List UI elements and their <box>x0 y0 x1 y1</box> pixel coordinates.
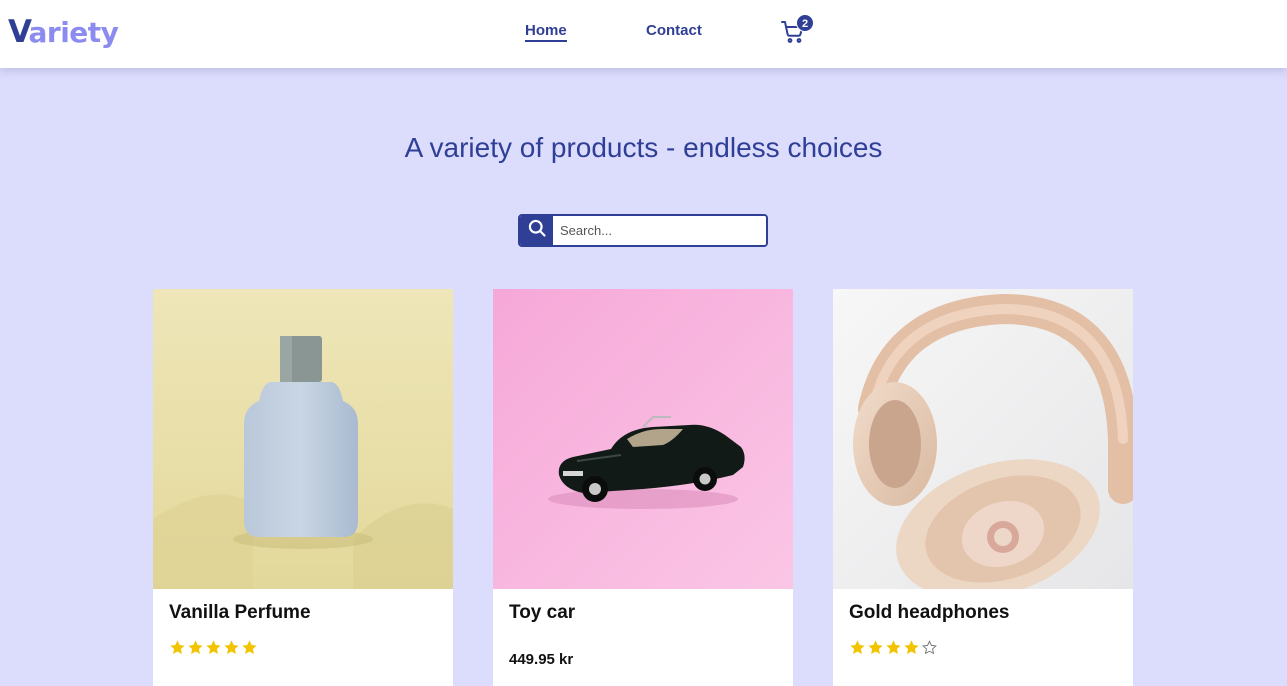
product-card[interactable]: Toy car 449.95 kr <box>493 289 793 686</box>
search-icon <box>527 218 547 243</box>
product-title[interactable]: Vanilla Perfume <box>169 602 311 624</box>
product-title[interactable]: Toy car <box>509 602 575 624</box>
logo-text: ariety <box>28 16 119 49</box>
product-price: 449.95 kr <box>509 651 574 668</box>
nav-contact-link[interactable]: Contact <box>646 22 702 39</box>
star-icon <box>904 640 919 654</box>
search-input[interactable] <box>553 216 766 245</box>
star-icon <box>188 640 203 654</box>
product-rating <box>849 639 938 656</box>
logo[interactable]: Variety <box>8 14 119 50</box>
star-icon <box>224 640 239 654</box>
star-icon <box>850 640 865 654</box>
search-bar <box>518 214 768 247</box>
product-image-toy-car[interactable] <box>493 289 793 589</box>
search-button[interactable] <box>520 216 553 245</box>
site-header: Variety Home Contact 2 <box>0 0 1287 68</box>
star-icon <box>886 640 901 654</box>
product-title[interactable]: Gold headphones <box>849 602 1009 624</box>
star-icon <box>868 640 883 654</box>
nav-home-link[interactable]: Home <box>525 22 567 42</box>
cart-button[interactable]: 2 <box>781 14 814 44</box>
star-outline-icon <box>922 640 937 655</box>
product-image-headphones[interactable] <box>833 289 1133 589</box>
cart-count-badge: 2 <box>796 14 814 32</box>
star-icon <box>170 640 185 654</box>
product-card[interactable]: Vanilla Perfume <box>153 289 453 686</box>
star-icon <box>242 640 257 654</box>
star-icon <box>206 640 221 654</box>
page-headline: A variety of products - endless choices <box>404 132 883 163</box>
product-image-perfume[interactable] <box>153 289 453 589</box>
product-card[interactable]: Gold headphones <box>833 289 1133 686</box>
product-rating <box>169 639 258 656</box>
